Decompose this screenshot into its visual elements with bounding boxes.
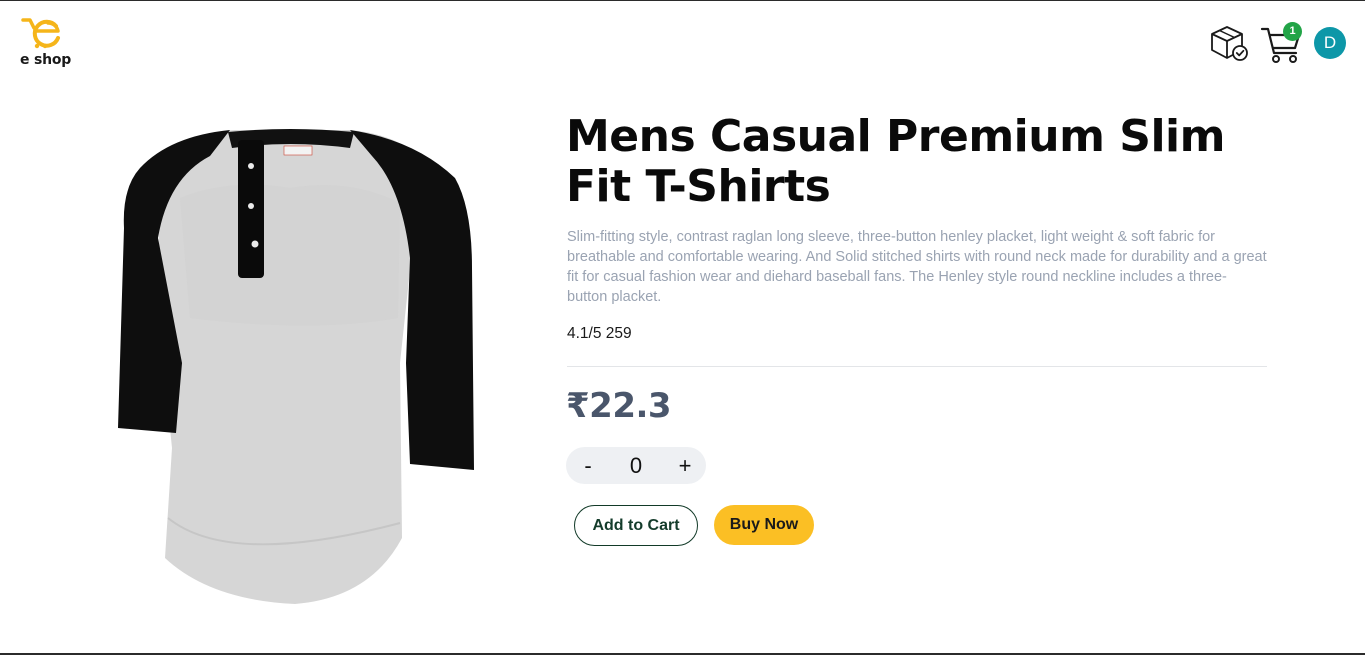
product-price: ₹22.3 — [566, 386, 672, 426]
logo-icon — [21, 18, 60, 49]
cart-count-badge: 1 — [1283, 22, 1302, 41]
logo-text: e shop — [20, 52, 72, 68]
increase-quantity-button[interactable]: + — [665, 447, 705, 484]
top-border — [0, 0, 1365, 1]
divider — [567, 366, 1267, 367]
buy-now-button[interactable]: Buy Now — [714, 505, 814, 545]
product-description: Slim-fitting style, contrast raglan long… — [567, 229, 1267, 305]
rating-row: 4.1/5 259 — [567, 325, 632, 343]
quantity-stepper: - 0 + — [566, 447, 706, 484]
add-to-cart-button[interactable]: Add to Cart — [574, 505, 698, 546]
rating-count: 259 — [605, 325, 632, 342]
cart-button[interactable]: 1 — [1259, 20, 1305, 66]
product-image — [118, 129, 474, 604]
product-title: Mens Casual Premium Slim Fit T-Shirts — [566, 111, 1225, 212]
quantity-value: 0 — [629, 453, 643, 478]
orders-box-icon[interactable] — [1208, 24, 1250, 64]
decrease-quantity-button[interactable]: - — [568, 447, 608, 484]
logo[interactable]: e shop — [18, 14, 78, 72]
rating-value: 4.1/5 — [567, 325, 602, 342]
user-avatar[interactable]: D — [1314, 27, 1346, 59]
